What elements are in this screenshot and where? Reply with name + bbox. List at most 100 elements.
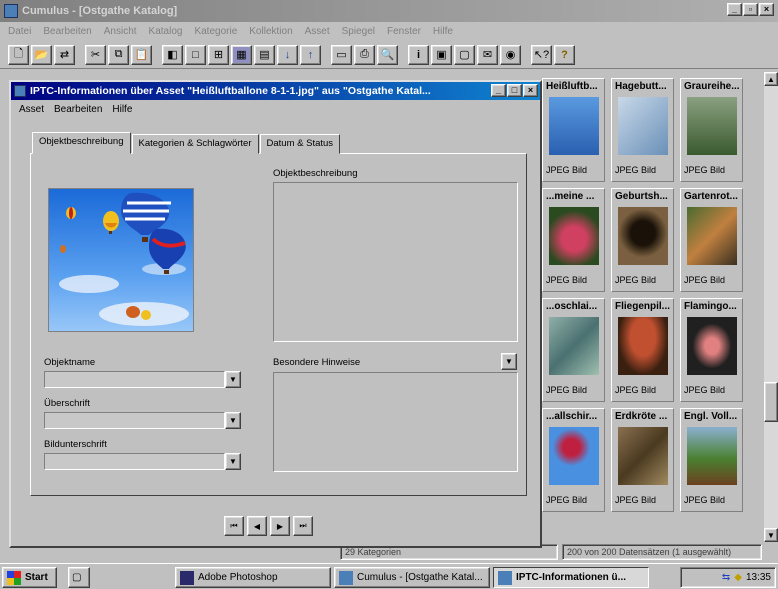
label-besondere-hinweise: Besondere Hinweise [273, 357, 361, 368]
start-button[interactable]: Start [2, 567, 57, 588]
asset-thumbnail [687, 97, 737, 155]
asset-card[interactable]: Gartenrot... JPEG Bild [680, 188, 743, 292]
objektbeschreibung-textarea[interactable] [273, 182, 518, 342]
scroll-down-icon[interactable]: ▼ [764, 528, 778, 542]
next-record-icon[interactable]: ▶ [270, 516, 290, 536]
close-button[interactable]: × [759, 3, 774, 16]
asset-thumbnail [618, 97, 668, 155]
catalog-icon[interactable]: ▣ [431, 44, 452, 65]
first-record-icon[interactable]: ⏮ [224, 516, 244, 536]
ueberschrift-combo[interactable]: ▼ [44, 412, 241, 429]
dialog-menu-asset[interactable]: Asset [19, 104, 44, 115]
question-icon[interactable]: ? [554, 44, 575, 65]
network-icon[interactable]: ⇆ [722, 572, 730, 583]
asset-thumbnail [549, 427, 599, 485]
dialog-app-icon [14, 85, 26, 97]
asset-card[interactable]: Geburtsh... JPEG Bild [611, 188, 674, 292]
menu-spiegel[interactable]: Spiegel [342, 26, 375, 37]
menu-datei[interactable]: Datei [8, 26, 31, 37]
quicklaunch-desktop-icon[interactable]: ▢ [68, 567, 90, 588]
preview-icon[interactable]: ▢ [454, 44, 475, 65]
asset-card[interactable]: Hagebutt... JPEG Bild [611, 78, 674, 182]
objektname-field[interactable] [44, 371, 225, 388]
asset-card[interactable]: ...oschlai... JPEG Bild [542, 298, 605, 402]
open-icon[interactable]: 📂 [31, 44, 52, 65]
asset-card[interactable]: ...meine ... JPEG Bild [542, 188, 605, 292]
photoshop-icon [180, 570, 194, 585]
view-icon[interactable]: ▭ [331, 44, 352, 65]
previous-record-icon[interactable]: ◀ [247, 516, 267, 536]
main-titlebar[interactable]: Cumulus - [Ostgathe Katalog] _ ▫ × [0, 0, 778, 22]
chevron-down-icon[interactable]: ▼ [225, 412, 241, 429]
dialog-maximize-button[interactable]: □ [507, 84, 522, 97]
sort-desc-icon[interactable]: ↑ [300, 44, 321, 65]
new-icon[interactable]: 🗋 [8, 44, 29, 65]
help-icon[interactable]: ↖? [531, 44, 552, 65]
bildunterschrift-field[interactable] [44, 453, 225, 470]
chevron-down-icon[interactable]: ▼ [501, 353, 517, 370]
layout2-icon[interactable]: □ [185, 44, 206, 65]
sort-asc-icon[interactable]: ↓ [277, 44, 298, 65]
tab-kategorien-schlagwoerter[interactable]: Kategorien & Schlagwörter [131, 134, 259, 154]
start-label: Start [25, 572, 48, 583]
details-icon[interactable]: ▤ [254, 44, 275, 65]
besondere-hinweise-dropdown[interactable]: ▼ [501, 353, 518, 370]
tab-objektbeschreibung[interactable]: Objektbeschreibung [32, 132, 131, 154]
import-icon[interactable]: ⇄ [54, 44, 75, 65]
menu-bearbeiten[interactable]: Bearbeiten [43, 26, 91, 37]
volume-icon[interactable]: ◆ [734, 572, 742, 583]
asset-name: Fliegenpil... [615, 301, 671, 312]
vertical-scrollbar[interactable]: ▲ ▼ [764, 72, 778, 542]
taskbar-item-iptc[interactable]: IPTC-Informationen ü... [493, 567, 649, 588]
ueberschrift-field[interactable] [44, 412, 225, 429]
dialog-close-button[interactable]: × [523, 84, 538, 97]
menu-kollektion[interactable]: Kollektion [249, 26, 292, 37]
scroll-up-icon[interactable]: ▲ [764, 72, 778, 86]
info-icon[interactable]: i [408, 44, 429, 65]
chevron-down-icon[interactable]: ▼ [225, 371, 241, 388]
grid-icon[interactable]: ⊞ [208, 44, 229, 65]
asset-card[interactable]: Erdkröte ... JPEG Bild [611, 408, 674, 512]
menu-asset[interactable]: Asset [305, 26, 330, 37]
restore-button[interactable]: ▫ [743, 3, 758, 16]
scrollbar-thumb[interactable] [764, 382, 778, 422]
dialog-menu-hilfe[interactable]: Hilfe [112, 104, 132, 115]
asset-card[interactable]: Flamingo... JPEG Bild [680, 298, 743, 402]
bildunterschrift-combo[interactable]: ▼ [44, 453, 241, 470]
asset-card[interactable]: Engl. Voll... JPEG Bild [680, 408, 743, 512]
asset-card[interactable]: Graureihe... JPEG Bild [680, 78, 743, 182]
dialog-title: IPTC-Informationen über Asset "Heißluftb… [30, 85, 431, 97]
cut-icon[interactable]: ✂ [85, 44, 106, 65]
menu-hilfe[interactable]: Hilfe [433, 26, 453, 37]
menu-ansicht[interactable]: Ansicht [104, 26, 137, 37]
minimize-button[interactable]: _ [727, 3, 742, 16]
menu-kategorie[interactable]: Kategorie [194, 26, 237, 37]
last-record-icon[interactable]: ⏭ [293, 516, 313, 536]
taskbar-item-cumulus[interactable]: Cumulus - [Ostgathe Katal... [334, 567, 490, 588]
copy-icon[interactable]: ⧉ [108, 44, 129, 65]
layout1-icon[interactable]: ◧ [162, 44, 183, 65]
dialog-minimize-button[interactable]: _ [491, 84, 506, 97]
taskbar-item-photoshop[interactable]: Adobe Photoshop [175, 567, 331, 588]
menu-fenster[interactable]: Fenster [387, 26, 421, 37]
dialog-menu-bearbeiten[interactable]: Bearbeiten [54, 104, 102, 115]
chevron-down-icon[interactable]: ▼ [225, 453, 241, 470]
besondere-hinweise-textarea[interactable] [273, 372, 518, 472]
asset-card[interactable]: ...allschir... JPEG Bild [542, 408, 605, 512]
print-icon[interactable]: ⎙ [354, 44, 375, 65]
web-icon[interactable]: ◉ [500, 44, 521, 65]
clock[interactable]: 13:35 [746, 572, 771, 583]
asset-name: Engl. Voll... [684, 411, 738, 422]
paste-icon[interactable]: 📋 [131, 44, 152, 65]
asset-card[interactable]: Heißluftb... JPEG Bild [542, 78, 605, 182]
tab-datum-status[interactable]: Datum & Status [259, 134, 341, 154]
menu-katalog[interactable]: Katalog [149, 26, 183, 37]
find-icon[interactable]: 🔍 [377, 44, 398, 65]
objektname-combo[interactable]: ▼ [44, 371, 241, 388]
taskbar-item-label: IPTC-Informationen ü... [516, 572, 626, 583]
asset-card[interactable]: Fliegenpil... JPEG Bild [611, 298, 674, 402]
list-icon[interactable]: ▦ [231, 44, 252, 65]
dialog-titlebar[interactable]: IPTC-Informationen über Asset "Heißluftb… [11, 82, 540, 100]
status-records: 200 von 200 Datensätzen (1 ausgewählt) [562, 544, 762, 560]
mail-icon[interactable]: ✉ [477, 44, 498, 65]
